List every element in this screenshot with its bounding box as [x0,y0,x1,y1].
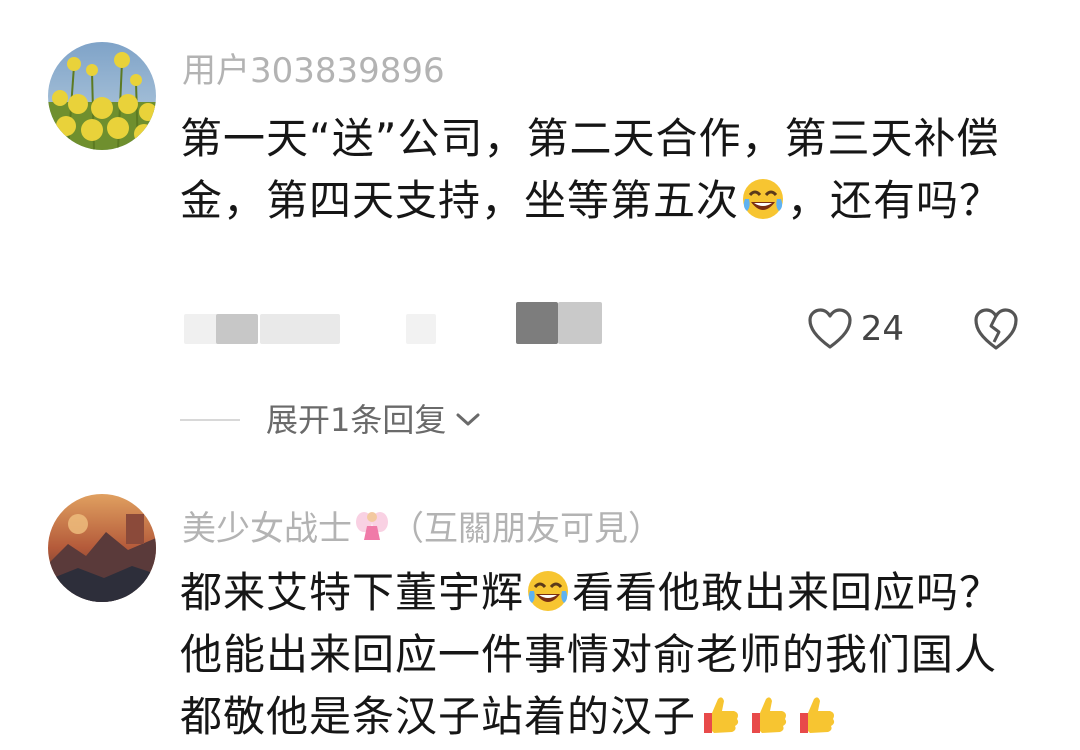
avatar[interactable] [48,42,156,150]
blurred-info [260,314,340,344]
thumbs-up-emoji [752,697,787,733]
comment-meta: 24 [180,300,1040,360]
comment-username[interactable]: 美少女战士 （互關朋友可見） [182,508,662,546]
like-button[interactable]: 24 [807,304,904,354]
expand-replies-button[interactable]: 展开1条回复 [180,398,482,442]
comment-text: 第一天“送”公司，第二天合作，第三天补偿金，第四天支持，坐等第五次 ，还有吗？ [180,114,1003,225]
thumbs-up-emoji [800,697,835,733]
thumbs-up-emoji [704,697,739,733]
comment-item: 美少女战士 （互關朋友可見） 都来艾特下董宇辉 看看他敢出来回应吗？他能出来回应一件… [0,470,1080,750]
blurred-info [516,302,558,344]
blurred-info [406,314,436,344]
broken-heart-icon[interactable] [972,306,1020,352]
divider [180,419,240,421]
blurred-info [558,302,602,344]
avatar[interactable] [48,494,156,602]
fairy-emoji [356,512,388,540]
expand-replies-label: 展开1条回复 [266,401,447,439]
blurred-info [216,314,258,344]
comment-item: 用户303839896 第一天“送”公司，第二天合作，第三天补偿金，第四天支持，… [0,0,1080,380]
visibility-label: （互關朋友可見） [390,509,662,549]
laughing-tears-emoji [528,571,569,611]
comment-list: 用户303839896 第一天“送”公司，第二天合作，第三天补偿金，第四天支持，… [0,0,1080,750]
laughing-tears-emoji [743,179,784,219]
chevron-down-icon [456,413,480,426]
heart-outline-icon [808,308,852,349]
like-count: 24 [860,309,904,349]
comment-username[interactable]: 用户303839896 [182,54,445,88]
comment-text: 都来艾特下董宇辉 看看他敢出来回应吗？他能出来回应一件事情对俞老师的我们国人都敬他… [180,568,1003,741]
